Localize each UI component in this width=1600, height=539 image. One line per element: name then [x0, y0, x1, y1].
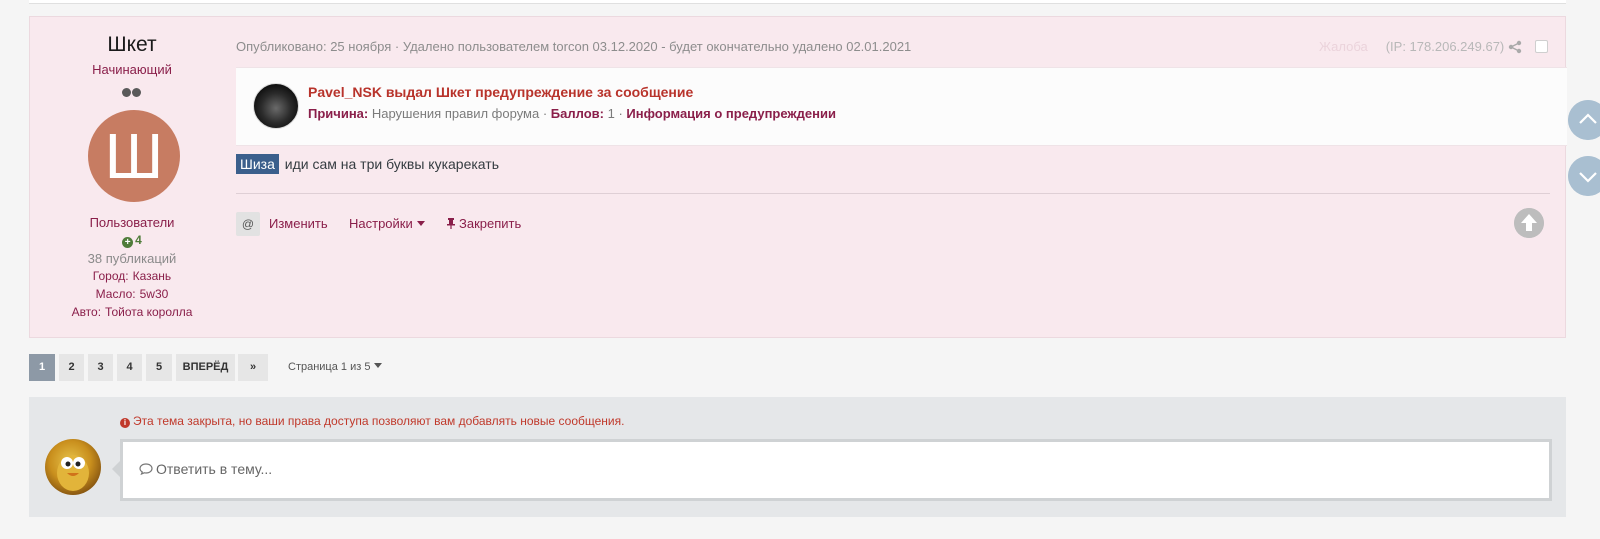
caret-down-icon	[374, 363, 383, 368]
profile-field-city: Город: Казань	[30, 269, 234, 283]
reply-input[interactable]: Ответить в тему...	[120, 439, 1552, 501]
divider	[236, 193, 1550, 194]
previous-post-edge	[29, 0, 1566, 4]
page-1[interactable]: 1	[29, 354, 55, 381]
post-meta-right: Жалоба (IP: 178.206.249.67)	[1319, 39, 1504, 54]
warning-notice: Pavel_NSK выдал Шкет предупреждение за с…	[236, 67, 1567, 146]
profile-field-car: Авто: Тойота королла	[30, 305, 234, 319]
profile-field-oil: Масло: 5w30	[30, 287, 234, 301]
field-label: Город:	[92, 269, 129, 283]
field-value: Казань	[132, 269, 172, 283]
field-value: Тойота королла	[105, 305, 193, 319]
post-text: иди сам на три буквы кукарекать	[284, 156, 499, 172]
upvote-arrow-icon[interactable]	[1514, 208, 1544, 238]
reply-area: i Эта тема закрыта, но ваши права доступа…	[29, 397, 1566, 517]
points-label: Баллов:	[550, 106, 604, 121]
page-jump-menu[interactable]: Страница 1 из 5	[288, 354, 383, 381]
reason-label: Причина:	[308, 106, 369, 121]
last-page-button[interactable]: »	[238, 354, 268, 381]
topic-closed-notice: i Эта тема закрыта, но ваши права доступа…	[120, 414, 624, 428]
warning-title[interactable]: Pavel_NSK выдал Шкет предупреждение за с…	[308, 84, 693, 100]
bird-avatar-icon	[57, 455, 89, 491]
next-page-button[interactable]: ВПЕРЁД	[176, 354, 235, 381]
moderator-avatar[interactable]	[253, 83, 299, 129]
author-name[interactable]: Шкет	[30, 33, 234, 57]
tag-chip: Шиза	[236, 154, 279, 174]
page-5[interactable]: 5	[146, 354, 172, 381]
warning-info-link[interactable]: Информация о предупреждении	[626, 106, 836, 121]
pin-label: Закрепить	[459, 216, 522, 231]
info-icon: i	[120, 418, 130, 428]
author-panel: Шкет Начинающий Ш Пользователи +4 38 пуб…	[30, 17, 234, 337]
page-3[interactable]: 3	[88, 354, 113, 381]
field-value: 5w30	[139, 287, 169, 301]
author-group: Пользователи	[89, 215, 175, 230]
edit-button[interactable]: Изменить	[269, 216, 328, 231]
page-2[interactable]: 2	[59, 354, 84, 381]
settings-label: Настройки	[349, 216, 413, 231]
mention-button[interactable]: @	[236, 212, 260, 236]
field-label: Авто:	[71, 305, 102, 319]
plus-circle-icon: +	[122, 237, 134, 248]
scroll-up-button[interactable]	[1568, 100, 1600, 140]
post-ip: (IP: 178.206.249.67)	[1385, 39, 1505, 54]
settings-menu[interactable]: Настройки	[349, 216, 425, 231]
reason-value: Нарушения правил форума	[371, 106, 540, 121]
post-content: Шиза иди сам на три буквы кукарекать	[236, 154, 499, 174]
closed-notice-text: Эта тема закрыта, но ваши права доступа …	[133, 414, 625, 428]
deleted-post: Шкет Начинающий Ш Пользователи +4 38 пуб…	[29, 16, 1567, 338]
warning-details: Причина: Нарушения правил форума · Балло…	[308, 106, 836, 121]
share-icon[interactable]	[1508, 40, 1522, 54]
post-meta: Опубликовано: 25 ноября · Удалено пользо…	[236, 39, 912, 54]
reply-placeholder: Ответить в тему...	[139, 461, 272, 477]
pin-icon	[447, 218, 455, 229]
author-post-count: 38 публикаций	[87, 251, 177, 266]
comment-bubble-icon	[139, 463, 153, 475]
field-label: Масло:	[95, 287, 136, 301]
scroll-down-button[interactable]	[1568, 156, 1600, 196]
pin-button[interactable]: Закрепить	[446, 216, 521, 231]
author-rank: Начинающий	[92, 62, 172, 77]
current-user-avatar[interactable]	[45, 439, 101, 495]
rank-pips-icon	[122, 84, 142, 102]
report-link[interactable]: Жалоба	[1319, 39, 1368, 54]
select-post-checkbox[interactable]	[1535, 40, 1548, 53]
page-4[interactable]: 4	[117, 354, 142, 381]
reply-placeholder-text: Ответить в тему...	[156, 461, 273, 477]
page-info-label: Страница 1 из 5	[288, 361, 371, 373]
points-value: 1	[607, 106, 615, 121]
caret-down-icon	[416, 221, 425, 226]
reputation-badge[interactable]: +4	[30, 233, 234, 248]
author-avatar[interactable]: Ш	[88, 110, 180, 202]
reputation-value: 4	[135, 233, 142, 247]
